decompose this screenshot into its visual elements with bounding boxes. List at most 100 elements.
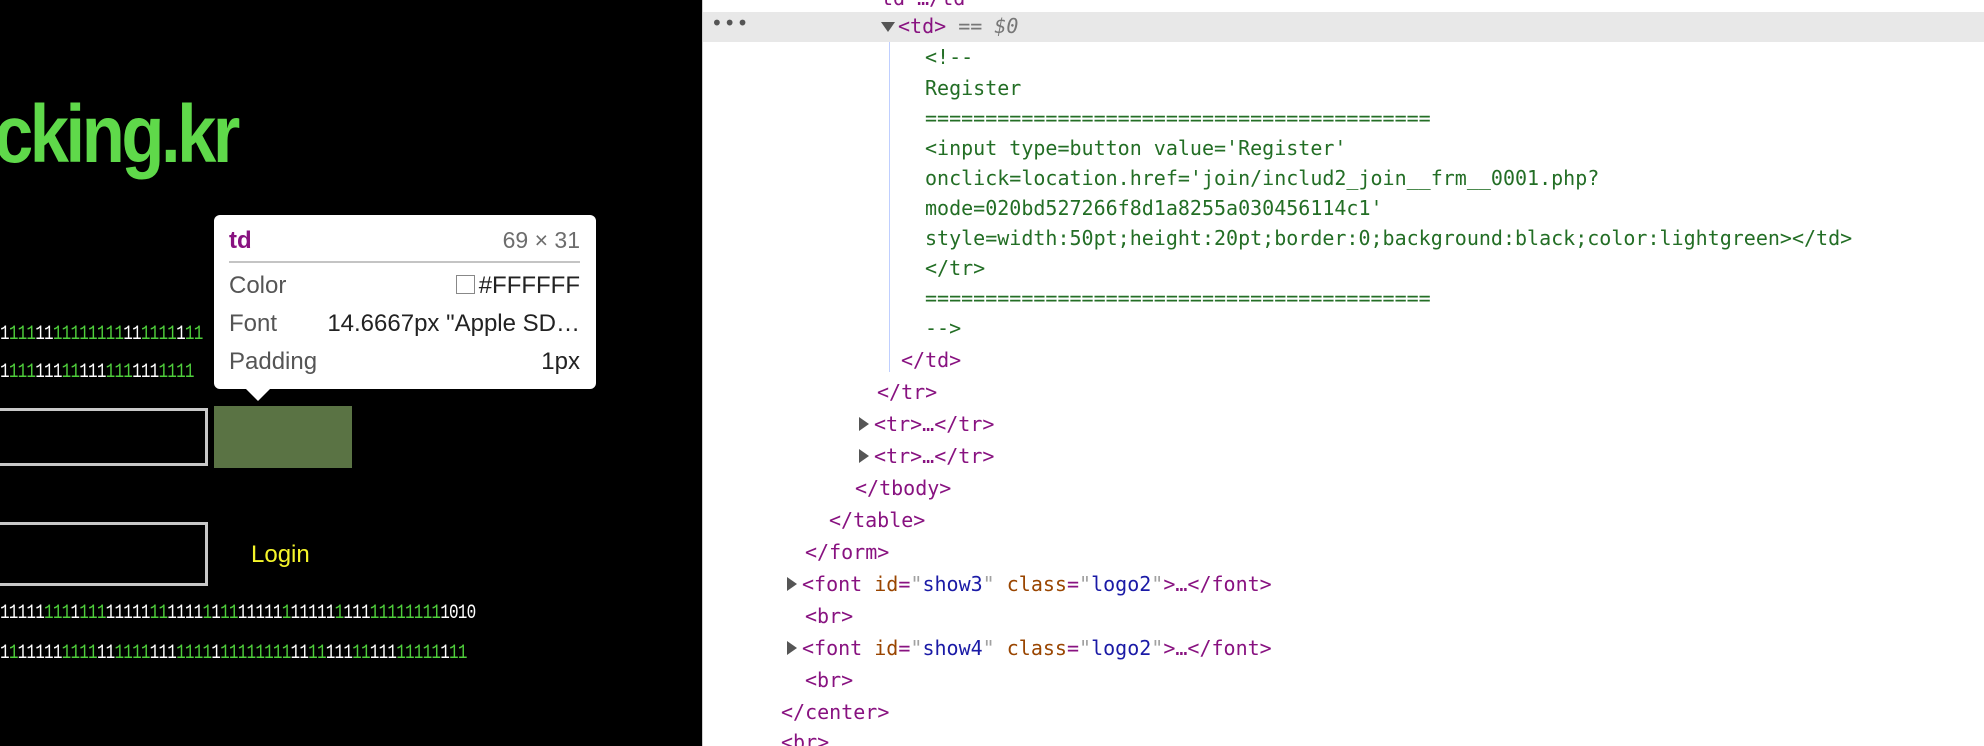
dom-node-close-center[interactable]: </center> [703,696,1984,728]
dom-node-font-show4[interactable]: <font id="show4" class="logo2">…</font> [703,632,1984,664]
binary-digits: 11 [35,323,53,346]
binary-digits: 11 [149,602,168,625]
password-input[interactable] [0,522,208,586]
expand-triangle-icon[interactable] [859,449,869,463]
binary-digits: 1 [211,642,221,665]
tooltip-color-row: Color #FFFFFF [229,272,580,300]
comment-line[interactable]: </tr> [703,252,1984,284]
binary-digits: 1 [8,642,19,665]
binary-digits: 111 [8,323,36,346]
tooltip-font-value: 14.6667px "Apple SD… [327,310,580,337]
binary-digits: 111 [35,361,62,384]
id-input[interactable] [0,408,208,466]
binary-digits: 1 [440,642,450,665]
binary-digits: 1111 [158,361,194,384]
comment-line[interactable]: onclick=location.href='join/includ2_join… [703,162,1984,194]
binary-digits: 1 [0,323,10,346]
binary-digits: 1 [334,602,345,625]
tooltip-arrow [246,389,270,401]
binary-digits: 1111 [140,323,177,346]
binary-digits: 111 [343,602,370,625]
binary-digits: 11 [308,642,326,665]
binary-digits: 1010 [440,602,476,625]
tooltip-color-label: Color [229,272,287,299]
dom-node-br[interactable]: <br> [703,726,1984,746]
binary-digits: 111 [325,642,353,665]
binary-digits: 1111 [61,642,98,665]
binary-digits: 11111 [396,642,441,665]
tooltip-dimensions: 69 × 31 [502,227,580,253]
comment-line[interactable]: ========================================… [703,282,1984,314]
expand-triangle-icon[interactable] [787,641,797,655]
binary-decoration-row: 1111111111111111111111111111111111111111… [0,643,467,665]
comment-line[interactable]: style=width:50pt;height:20pt;border:0;ba… [703,222,1984,254]
dom-node-close-form[interactable]: </form> [703,536,1984,568]
binary-digits: 11111 [290,602,336,625]
tooltip-divider [229,261,580,263]
binary-digits: 11 [220,602,238,625]
binary-digits: 111 [79,361,106,384]
tooltip-font-label: Font [229,310,278,337]
tooltip-padding-label: Padding [229,348,318,375]
binary-digits: 11 [449,642,467,665]
tooltip-color-value: #FFFFFF [478,272,580,299]
expand-triangle-icon[interactable] [881,22,895,32]
dom-node-br[interactable]: <br> [703,664,1984,696]
dom-node-tr-collapsed[interactable]: <tr>…</tr> [703,408,1984,440]
binary-digits: 1 [176,323,186,346]
binary-digits: 1111 [176,642,212,665]
dom-node-font-show3[interactable]: <font id="show3" class="logo2">…</font> [703,568,1984,600]
comment-line[interactable]: mode=020bd527266f8d1a8255a030456114c1' [703,192,1984,224]
binary-decoration-row: 1111111111111111111111111111111111111111… [0,602,476,625]
binary-digits: 111 [105,361,133,384]
tooltip-padding-row: Padding 1px [229,348,580,376]
binary-digits: 1 [0,361,10,384]
binary-digits: 1 [202,602,212,625]
binary-digits: 11 [96,642,115,665]
binary-digits: 11 [290,642,309,665]
binary-digits: 11 [184,323,203,346]
binary-digits: 11 [123,323,141,346]
comment-line[interactable]: --> [703,312,1984,344]
login-link[interactable]: Login [251,541,310,569]
register-cell-highlight[interactable] [214,406,352,468]
binary-digits: 11111111 [52,323,124,346]
binary-digits: 11 [352,642,370,665]
binary-digits: 11111 [105,602,151,625]
binary-digits: 11111 [237,602,283,625]
dom-node-close-tr[interactable]: </tr> [703,376,1984,408]
binary-digits: 11111111 [220,642,291,665]
binary-digits: 111 [132,361,159,384]
binary-digits: 1111 [114,642,150,665]
site-logo: cking.kr [0,89,240,180]
binary-digits: 11111 [0,602,45,625]
element-inspect-tooltip: td 69 × 31 Color #FFFFFF Font 14.6667px … [214,215,596,401]
binary-decoration-row: 11111111111111111111111 [0,324,203,346]
binary-decoration-row: 1111111111111111111111 [0,361,195,384]
dom-node-selected-td[interactable]: <td> == $0 [703,10,1984,42]
binary-digits: 1 [70,602,80,625]
tooltip-padding-value: 1px [541,348,580,375]
comment-line[interactable]: ========================================… [703,102,1984,134]
devtools-elements-panel[interactable]: ••• td …/td <td> == $0 <!-- Register ===… [702,0,1984,746]
color-swatch-icon [455,275,475,294]
binary-digits: 1111 [167,602,203,625]
dom-node-close-td[interactable]: </td> [703,344,1984,376]
tooltip-font-row: Font 14.6667px "Apple SD… [229,310,580,338]
binary-digits: 111 [8,361,36,384]
expand-triangle-icon[interactable] [859,417,869,431]
comment-line[interactable]: <!-- [703,41,1984,73]
tooltip-tag-name: td [229,227,252,254]
dom-node-br[interactable]: <br> [703,600,1984,632]
binary-digits: 11111 [17,642,63,665]
dom-node-tr-collapsed[interactable]: <tr>…</tr> [703,440,1984,472]
expand-triangle-icon[interactable] [787,577,797,591]
binary-digits: 111 [149,642,177,665]
binary-digits: 1 [211,602,221,625]
comment-line[interactable]: Register [703,72,1984,104]
dom-node-close-table[interactable]: </table> [703,504,1984,536]
binary-digits: 1 [0,642,10,665]
dom-node-close-tbody[interactable]: </tbody> [703,472,1984,504]
comment-line[interactable]: <input type=button value='Register' [703,132,1984,164]
binary-digits: 11111111 [369,602,441,625]
